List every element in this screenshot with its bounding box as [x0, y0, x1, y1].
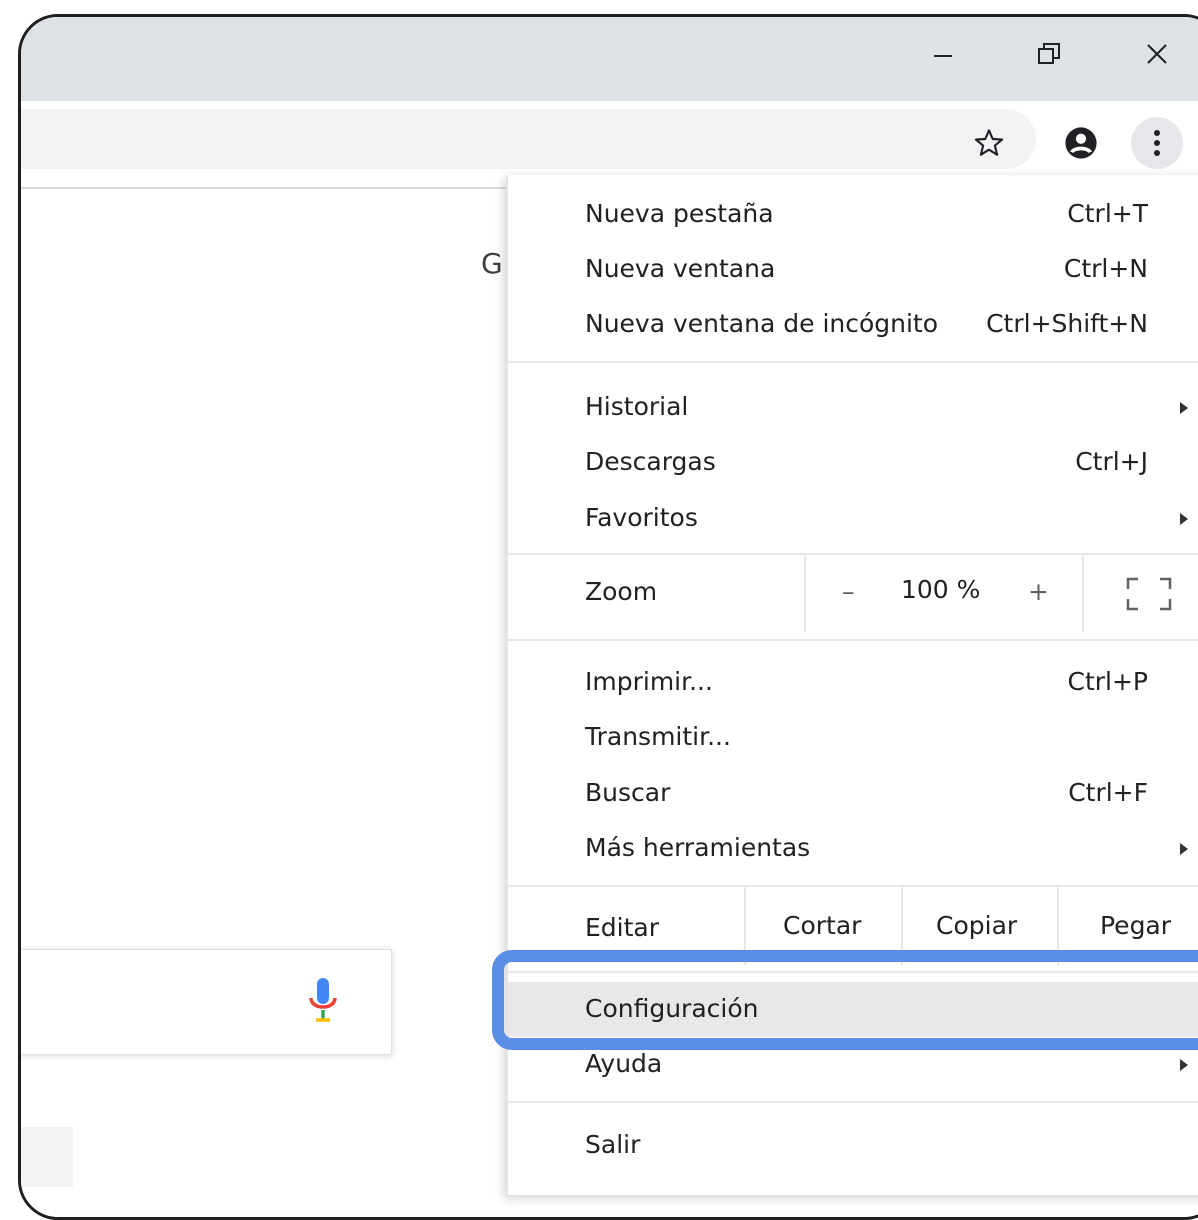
menu-item-shortcut: Ctrl+N	[1063, 254, 1148, 283]
zoom-value: 100 %	[901, 575, 981, 604]
menu-item-label: Historial	[585, 392, 689, 421]
submenu-arrow-icon	[1180, 843, 1188, 855]
menu-item-label: Nueva pestaña	[585, 199, 774, 228]
menu-separator	[508, 971, 1198, 973]
menu-item-downloads[interactable]: Descargas Ctrl+J	[508, 435, 1198, 490]
title-bar	[21, 17, 1198, 101]
menu-item-exit[interactable]: Salir	[508, 1118, 1198, 1173]
edit-divider	[901, 885, 903, 965]
menu-item-shortcut: Ctrl+T	[1067, 199, 1148, 228]
submenu-arrow-icon	[1180, 1059, 1188, 1071]
zoom-in-button[interactable]: +	[1028, 577, 1049, 606]
menu-item-label: Nueva ventana de incógnito	[585, 309, 939, 338]
account-circle-icon[interactable]	[1061, 123, 1101, 163]
edit-divider	[744, 885, 746, 965]
partial-heading-letter: G	[481, 247, 503, 280]
submenu-arrow-icon	[1180, 513, 1188, 525]
menu-item-history[interactable]: Historial	[508, 380, 1198, 435]
menu-item-find[interactable]: Buscar Ctrl+F	[508, 766, 1198, 821]
edit-label: Editar	[585, 913, 660, 942]
zoom-out-button[interactable]: –	[842, 577, 855, 606]
menu-item-label: Ayuda	[585, 1049, 663, 1078]
menu-item-label: Salir	[585, 1130, 641, 1159]
menu-item-more-tools[interactable]: Más herramientas	[508, 821, 1198, 876]
menu-item-label: Descargas	[585, 447, 716, 476]
cut-button[interactable]: Cortar	[783, 911, 861, 940]
address-bar[interactable]	[21, 109, 1036, 169]
menu-item-shortcut: Ctrl+P	[1067, 667, 1148, 696]
microphone-icon[interactable]	[306, 976, 340, 1030]
edit-divider	[1057, 885, 1059, 965]
menu-item-label: Transmitir...	[585, 722, 731, 751]
menu-separator	[508, 361, 1198, 363]
browser-window: G Nueva pestaña Ctrl+T Nueva ventana Ctr…	[18, 14, 1198, 1220]
menu-item-shortcut: Ctrl+J	[1075, 447, 1148, 476]
menu-item-shortcut: Ctrl+Shift+N	[986, 309, 1148, 338]
zoom-label: Zoom	[585, 577, 658, 606]
menu-item-shortcut: Ctrl+F	[1068, 778, 1148, 807]
menu-item-label: Buscar	[585, 778, 671, 807]
menu-item-incognito[interactable]: Nueva ventana de incógnito Ctrl+Shift+N	[508, 297, 1198, 352]
kebab-menu-icon[interactable]	[1131, 117, 1183, 169]
star-icon[interactable]	[969, 123, 1009, 163]
menu-item-label: Imprimir...	[585, 667, 713, 696]
menu-item-label: Configuración	[585, 994, 759, 1023]
menu-item-help[interactable]: Ayuda	[508, 1037, 1198, 1092]
menu-item-print[interactable]: Imprimir... Ctrl+P	[508, 655, 1198, 710]
shortcut-tile[interactable]	[21, 1127, 73, 1187]
menu-item-new-window[interactable]: Nueva ventana Ctrl+N	[508, 242, 1198, 297]
menu-edit-row: Editar Cortar Copiar Pegar	[508, 885, 1198, 971]
menu-zoom-row: Zoom – 100 % +	[508, 553, 1198, 639]
menu-item-settings[interactable]: Configuración	[508, 982, 1198, 1037]
menu-item-label: Más herramientas	[585, 833, 811, 862]
menu-separator	[508, 1101, 1198, 1103]
paste-button[interactable]: Pegar	[1100, 911, 1171, 940]
menu-item-label: Favoritos	[585, 503, 698, 532]
zoom-divider	[1082, 553, 1084, 633]
restore-icon[interactable]	[1019, 29, 1079, 79]
minimize-icon[interactable]	[913, 29, 973, 79]
menu-item-label: Nueva ventana	[585, 254, 776, 283]
fullscreen-icon[interactable]	[1126, 577, 1172, 615]
submenu-arrow-icon	[1180, 402, 1188, 414]
menu-separator	[508, 639, 1198, 641]
menu-item-bookmarks[interactable]: Favoritos	[508, 491, 1198, 546]
zoom-divider	[804, 553, 806, 633]
menu-item-cast[interactable]: Transmitir...	[508, 710, 1198, 765]
close-icon[interactable]	[1127, 29, 1187, 79]
search-box[interactable]	[21, 949, 392, 1055]
chrome-main-menu: Nueva pestaña Ctrl+T Nueva ventana Ctrl+…	[506, 175, 1198, 1195]
copy-button[interactable]: Copiar	[936, 911, 1017, 940]
menu-item-new-tab[interactable]: Nueva pestaña Ctrl+T	[508, 187, 1198, 242]
